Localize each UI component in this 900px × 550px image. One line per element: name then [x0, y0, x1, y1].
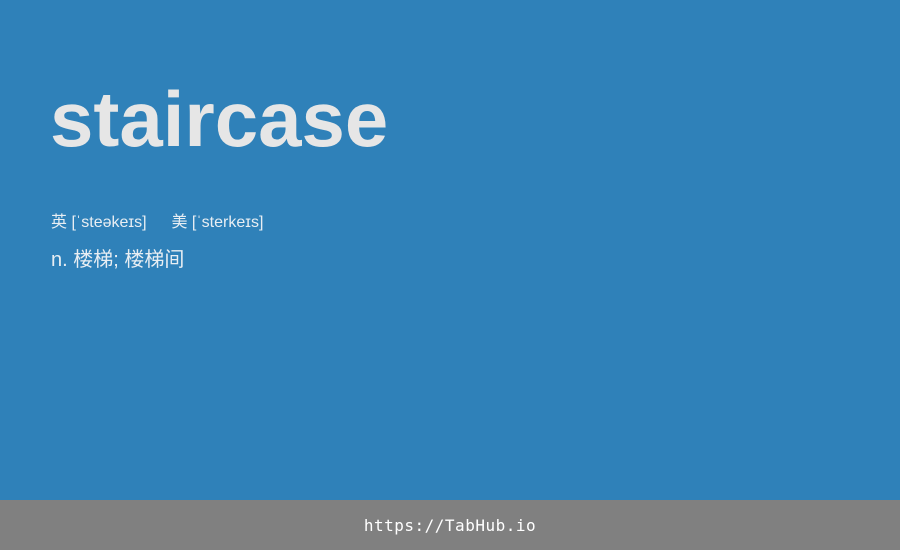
definition: n. 楼梯; 楼梯间 — [51, 249, 185, 271]
word-card: staircase 英 [ˈsteəkeɪs] 美 [ˈsterkeɪs] n.… — [0, 0, 900, 500]
footer-bar: https://TabHub.io — [0, 500, 900, 550]
uk-phonetic: [ˈsteəkeɪs] — [71, 214, 147, 231]
headword: staircase — [50, 75, 389, 163]
tabhub-link[interactable]: https://TabHub.io — [364, 516, 536, 535]
us-phonetic: [ˈsterkeɪs] — [191, 214, 264, 231]
us-label: 美 — [171, 214, 188, 231]
phonetics-row: 英 [ˈsteəkeɪs] 美 [ˈsterkeɪs] — [51, 212, 263, 234]
uk-label: 英 — [51, 214, 68, 231]
